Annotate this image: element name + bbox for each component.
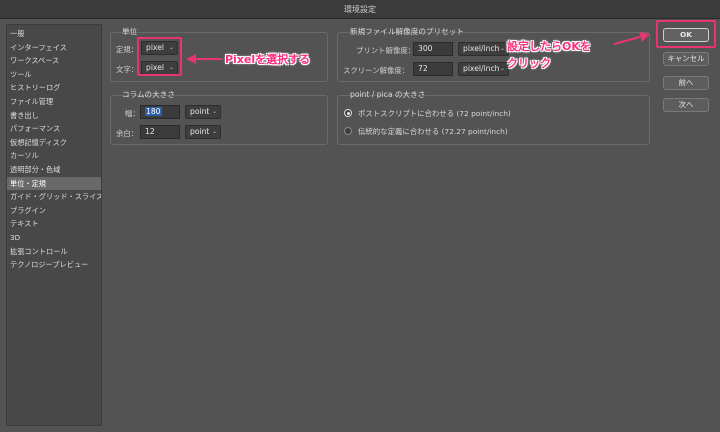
sidebar-item-plugins[interactable]: プラグイン <box>7 204 101 218</box>
print-resolution-label: プリント解像度： <box>356 46 416 55</box>
pixel-annotation-text: Pixelを選択する <box>225 53 311 66</box>
screen-resolution-input[interactable]: 72 <box>413 62 453 76</box>
chevron-down-icon: ⌄ <box>499 65 505 72</box>
sidebar-item-interface[interactable]: インターフェイス <box>7 41 101 55</box>
prev-button[interactable]: 前へ <box>663 76 709 90</box>
screen-resolution-value: 72 <box>418 64 428 73</box>
sidebar-item-enhanced-controls[interactable]: 拡張コントロール <box>7 245 101 259</box>
pixel-select-highlight <box>137 37 182 76</box>
screen-resolution-unit: pixel/inch <box>463 64 500 73</box>
chevron-down-icon: ⌄ <box>211 108 217 115</box>
ok-button-highlight <box>656 20 716 48</box>
print-resolution-value: 300 <box>418 44 433 53</box>
window-title: 環境設定 <box>344 5 376 14</box>
next-button[interactable]: 次へ <box>663 98 709 112</box>
chevron-down-icon: ⌄ <box>211 128 217 135</box>
sidebar-item-export[interactable]: 書き出し <box>7 109 101 123</box>
ok-annotation-line1: 設定したらOKを <box>507 40 591 53</box>
sidebar-item-scratch-disks[interactable]: 仮想記憶ディスク <box>7 136 101 150</box>
gutter-input[interactable]: 12 <box>140 125 180 139</box>
point-pica-group-title: point / pica の大きさ <box>350 90 426 99</box>
cancel-button[interactable]: キャンセル <box>663 52 709 66</box>
sidebar-item-history-log[interactable]: ヒストリーログ <box>7 81 101 95</box>
sidebar-item-3d[interactable]: 3D <box>7 231 101 245</box>
sidebar-item-cursors[interactable]: カーソル <box>7 149 101 163</box>
column-width-unit: point <box>190 107 210 116</box>
units-group-title: 単位 <box>122 27 138 36</box>
sidebar-item-file-handling[interactable]: ファイル管理 <box>7 95 101 109</box>
print-resolution-unit: pixel/inch <box>463 44 500 53</box>
print-resolution-input[interactable]: 300 <box>413 42 453 56</box>
sidebar-item-type[interactable]: テキスト <box>7 217 101 231</box>
gutter-value: 12 <box>145 127 155 136</box>
preferences-sidebar: 一般 インターフェイス ワークスペース ツール ヒストリーログ ファイル管理 書… <box>6 24 102 426</box>
sidebar-item-guides-grid-slices[interactable]: ガイド・グリッド・スライス <box>7 190 101 204</box>
screen-resolution-unit-select[interactable]: pixel/inch ⌄ <box>458 62 509 76</box>
column-size-group-title: コラムの大きさ <box>122 90 175 99</box>
sidebar-item-tools[interactable]: ツール <box>7 68 101 82</box>
print-resolution-unit-select[interactable]: pixel/inch ⌄ <box>458 42 509 56</box>
sidebar-item-transparency-gamut[interactable]: 透明部分・色域 <box>7 163 101 177</box>
sidebar-item-units-rulers[interactable]: 単位・定規 <box>7 176 101 191</box>
sidebar-item-performance[interactable]: パフォーマンス <box>7 122 101 136</box>
traditional-radio[interactable] <box>344 127 352 135</box>
traditional-option-label[interactable]: 伝統的な定義に合わせる (72.27 point/inch) <box>358 126 508 137</box>
column-width-label: 幅： <box>125 109 140 118</box>
sidebar-item-technology-previews[interactable]: テクノロジープレビュー <box>7 258 101 272</box>
postscript-option-label[interactable]: ポストスクリプトに合わせる (72 point/inch) <box>358 108 511 119</box>
type-unit-label: 文字： <box>116 65 139 74</box>
sidebar-item-workspace[interactable]: ワークスペース <box>7 54 101 68</box>
column-width-input[interactable]: 180 <box>140 105 180 119</box>
sidebar-item-general[interactable]: 一般 <box>7 27 101 41</box>
gutter-unit: point <box>190 127 210 136</box>
ok-annotation-line2: クリック <box>507 57 551 70</box>
chevron-down-icon: ⌄ <box>499 45 505 52</box>
column-width-unit-select[interactable]: point ⌄ <box>185 105 221 119</box>
gutter-unit-select[interactable]: point ⌄ <box>185 125 221 139</box>
column-width-value: 180 <box>145 107 162 116</box>
postscript-radio[interactable] <box>344 109 352 117</box>
point-pica-group <box>337 95 650 145</box>
gutter-label: 余白： <box>116 129 139 138</box>
screen-resolution-label: スクリーン解像度： <box>343 66 410 75</box>
ruler-unit-label: 定規： <box>116 45 139 54</box>
window-titlebar: 環境設定 <box>0 0 720 19</box>
preset-resolution-group-title: 新規ファイル解像度のプリセット <box>350 27 464 36</box>
